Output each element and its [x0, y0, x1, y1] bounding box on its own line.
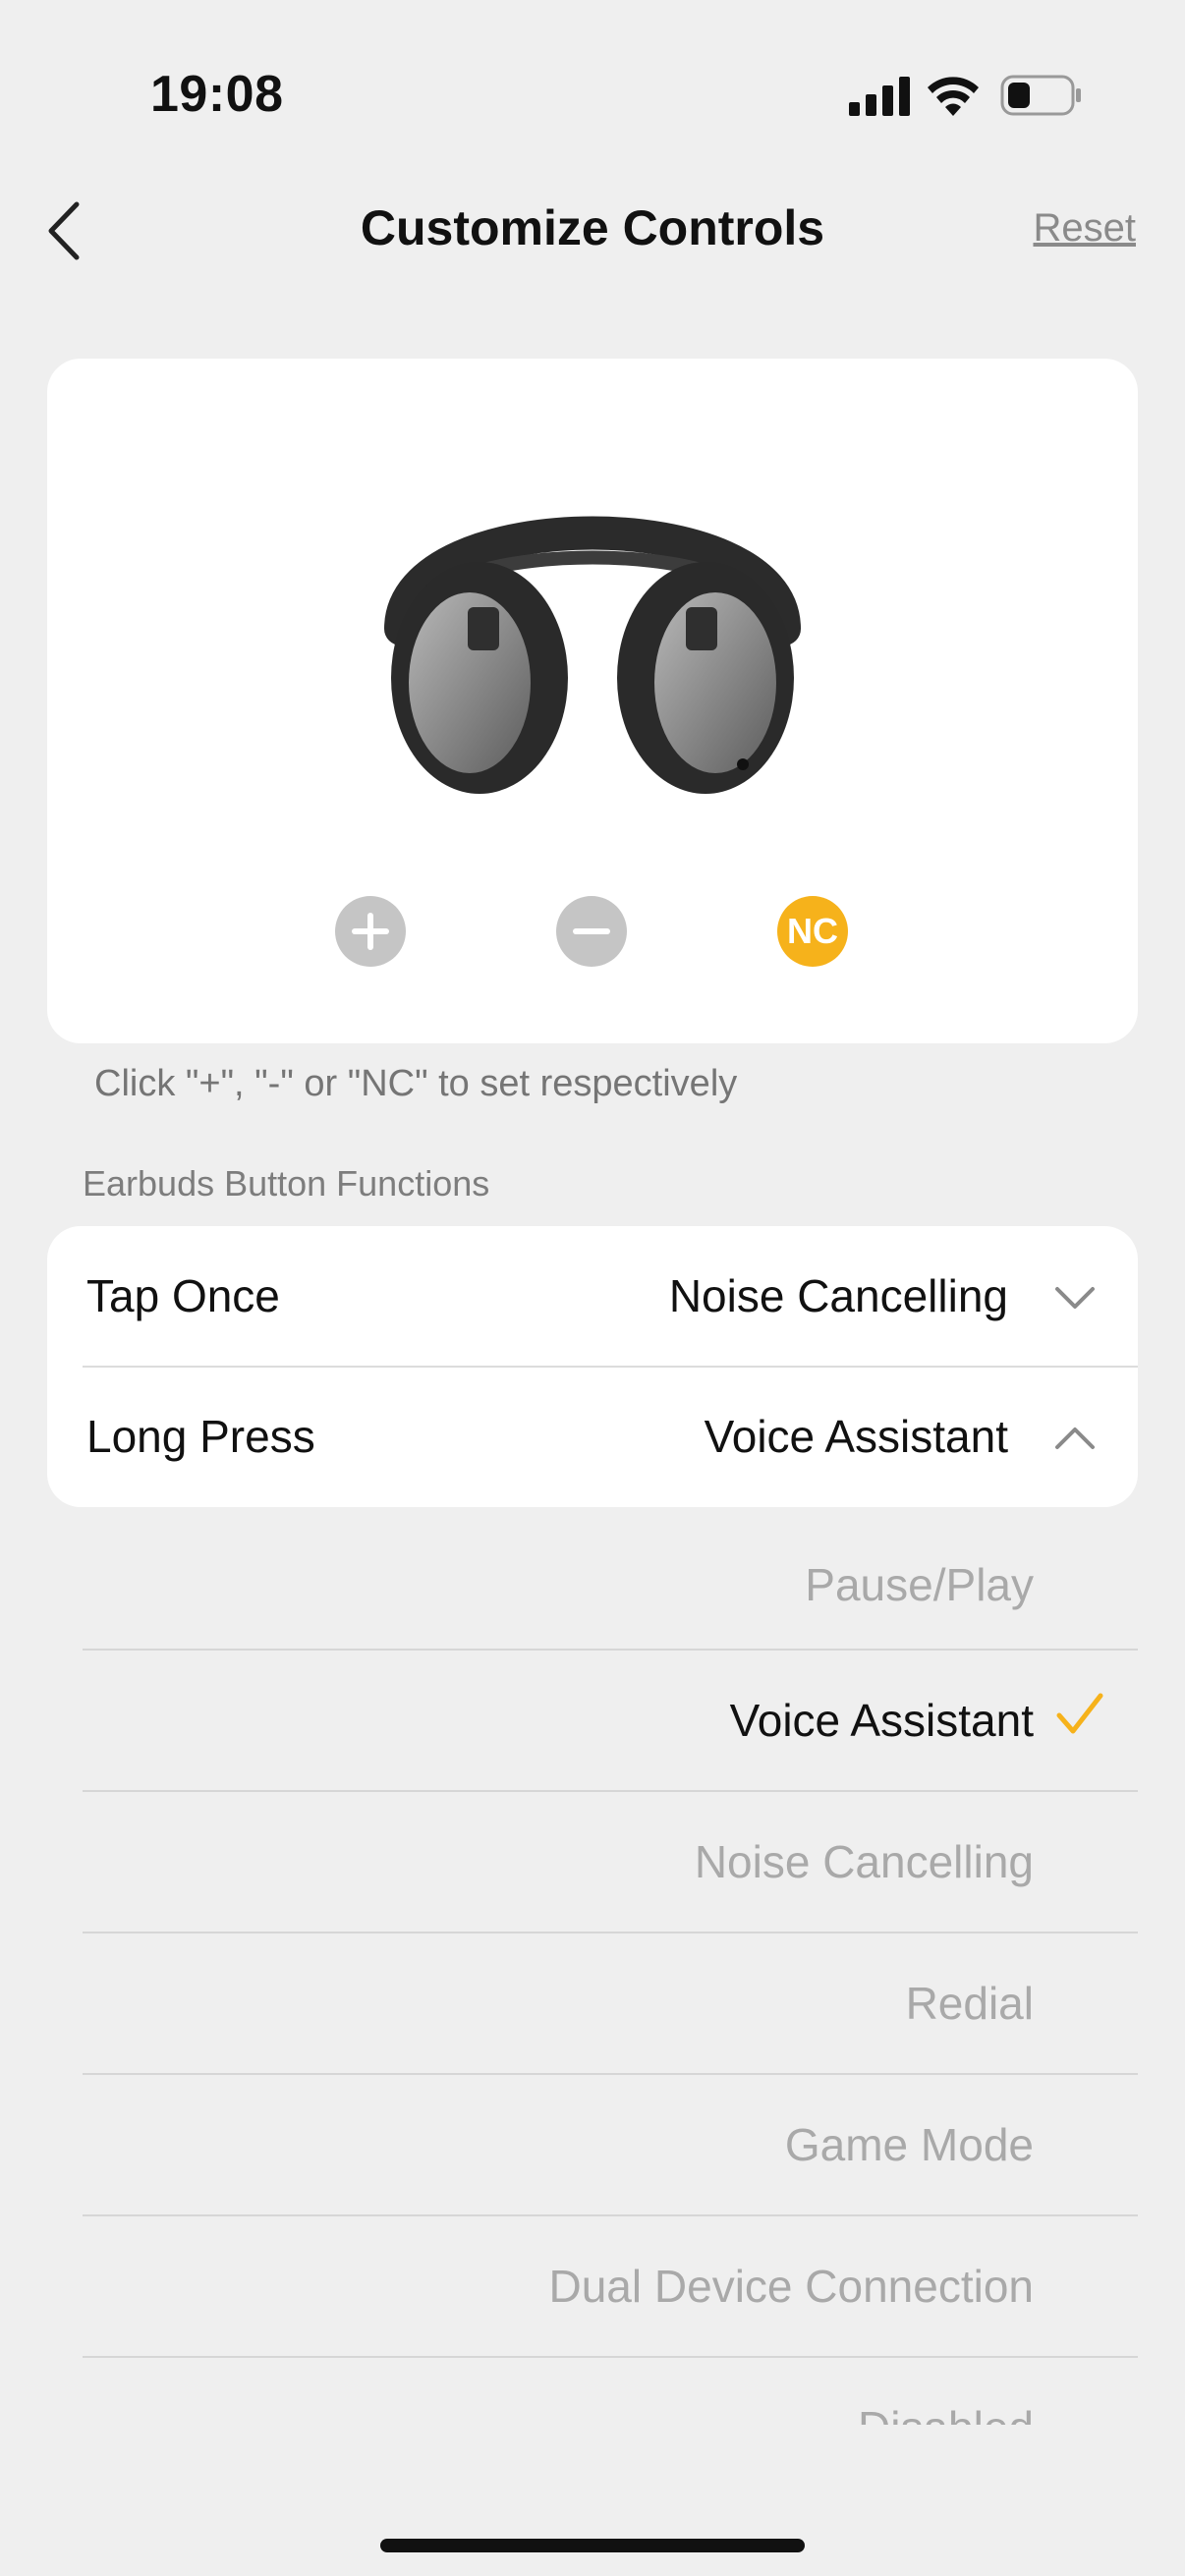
checkmark-icon	[1056, 1693, 1103, 1734]
battery-icon	[1000, 75, 1081, 116]
option-label: Dual Device Connection	[548, 2261, 1035, 2312]
option-noise-cancelling[interactable]: Noise Cancelling	[83, 1790, 1138, 1932]
page-title: Customize Controls	[360, 200, 825, 255]
hint-text: Click "+", "-" or "NC" to set respective…	[94, 1063, 738, 1104]
divider	[83, 2214, 1138, 2216]
option-label: Voice Assistant	[729, 1695, 1034, 1746]
minus-control-button[interactable]	[556, 896, 627, 967]
status-bar: 19:08	[0, 0, 1185, 187]
divider	[83, 2356, 1138, 2358]
option-label: Redial	[905, 1978, 1034, 2029]
function-label: Long Press	[86, 1411, 315, 1462]
chevron-down-icon	[1055, 1287, 1095, 1309]
option-list: Pause/Play Voice Assistant Noise Cancell…	[0, 1513, 1185, 2425]
function-label: Tap Once	[86, 1270, 280, 1321]
option-label: Disabled	[858, 2401, 1034, 2425]
button-functions-card: Tap Once Noise Cancelling Long Press Voi…	[47, 1226, 1138, 1507]
chevron-up-icon	[1055, 1428, 1095, 1449]
section-label: Earbuds Button Functions	[83, 1163, 490, 1204]
option-redial[interactable]: Redial	[83, 1932, 1138, 2073]
headphones-image	[384, 516, 801, 794]
plus-icon	[352, 913, 389, 950]
divider	[83, 1932, 1138, 1933]
divider	[83, 1649, 1138, 1651]
nc-label: NC	[787, 911, 838, 951]
option-voice-assistant[interactable]: Voice Assistant	[83, 1649, 1138, 1790]
minus-icon	[573, 928, 610, 934]
option-label: Game Mode	[784, 2119, 1034, 2170]
cellular-signal-icon	[849, 77, 910, 116]
option-label: Pause/Play	[805, 1559, 1034, 1610]
option-label: Noise Cancelling	[694, 1836, 1034, 1887]
divider	[83, 2073, 1138, 2075]
option-game-mode[interactable]: Game Mode	[83, 2073, 1138, 2214]
home-indicator	[380, 2539, 805, 2552]
reset-button[interactable]: Reset	[1034, 206, 1137, 251]
function-row-long-press[interactable]: Long Press Voice Assistant	[47, 1367, 1138, 1507]
divider	[83, 1790, 1138, 1792]
nc-control-button[interactable]: NC	[777, 896, 848, 967]
function-value: Voice Assistant	[704, 1411, 1008, 1462]
wifi-icon	[928, 77, 979, 116]
function-value: Noise Cancelling	[668, 1270, 1008, 1321]
option-disabled[interactable]: Disabled	[83, 2356, 1138, 2425]
option-pause-play[interactable]: Pause/Play	[83, 1513, 1138, 1654]
option-dual-device-connection[interactable]: Dual Device Connection	[83, 2214, 1138, 2356]
status-time: 19:08	[150, 66, 284, 123]
function-row-tap-once[interactable]: Tap Once Noise Cancelling	[47, 1226, 1138, 1368]
plus-control-button[interactable]	[335, 896, 406, 967]
